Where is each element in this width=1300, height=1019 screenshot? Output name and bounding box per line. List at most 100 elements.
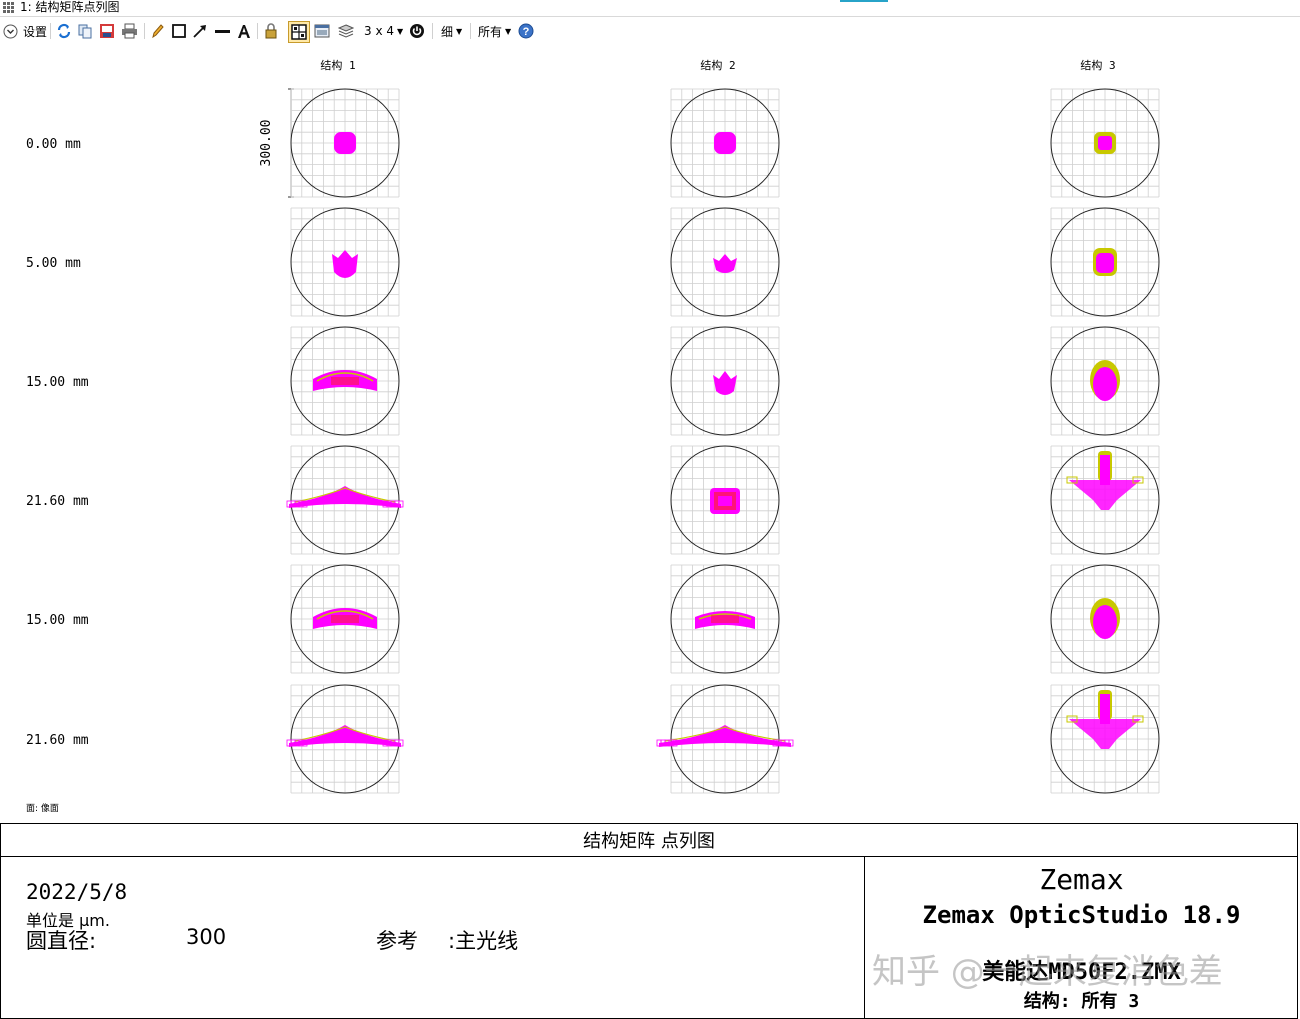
matrix-view-button[interactable] [288,21,310,43]
footer-product: Zemax OpticStudio 18.9 [922,901,1241,929]
footer-circle-value: 300 [186,925,227,949]
column-header-1: 结构 1 [320,58,355,72]
pencil-icon [152,24,164,39]
window-titlebar: 1: 结构矩阵点列图 [0,0,1300,17]
spot-cell [290,326,400,436]
title-accent [840,0,888,2]
row-label-4: 21.60 mm [26,494,89,509]
spot-pattern [1066,690,1144,749]
spot-cell [1050,445,1160,555]
rectangle-tool[interactable] [171,22,187,40]
line-tool[interactable] [214,22,230,40]
arrow-icon [193,25,206,38]
spot-diagram-matrix: 结构 1 结构 2 结构 3 0.00 mm 5.00 mm 15.00 mm … [26,58,1160,814]
spot-cell [1050,684,1160,794]
line-width-dropdown[interactable]: 细 ▼ [441,22,462,40]
grid-icon [3,2,14,13]
window-button[interactable] [314,22,330,40]
row-label-6: 21.60 mm [26,733,89,748]
spot-cell [670,88,780,198]
spot-cell [1050,326,1160,436]
spot-cell [670,445,780,555]
print-button[interactable] [121,22,138,40]
text-tool[interactable] [236,22,252,40]
spot-cell [670,326,780,436]
footer-circle-label: 圆直径: [26,929,97,953]
save-image-icon [100,24,114,38]
layers-button[interactable] [338,22,354,40]
footer-left-panel: 2022/5/8 单位是 µm. 圆直径: 300 参考 :主光线 [1,857,863,1018]
column-header-2: 结构 2 [700,58,735,72]
spot-cell [670,207,780,317]
row-label-3: 15.00 mm [26,375,89,390]
lock-button[interactable] [264,22,278,40]
spot-pattern [1066,451,1144,510]
spot-pattern [713,254,737,273]
line-icon [215,30,230,33]
surface-label: 面: 像面 [26,802,59,814]
copy-button[interactable] [77,22,93,40]
footer-date: 2022/5/8 [26,880,128,904]
copy-icon [78,24,92,39]
lock-icon [265,23,277,39]
toolbar: 设置 3 x 4 ▼ 细 ▼ 所有 ▼ ? [0,17,1300,45]
layout-label: 3 x 4 [364,24,394,38]
refresh-icon [57,23,71,39]
caret-down-icon: ▼ [505,26,512,36]
caret-down-icon: ▼ [456,26,463,36]
spot-pattern [713,371,737,395]
spot-pattern [1093,248,1117,276]
footer-right-panel: Zemax Zemax OpticStudio 18.9 美能达MD50F2.Z… [864,857,1298,1018]
layers-icon [338,24,354,38]
power-icon [410,24,424,38]
save-button[interactable] [99,22,115,40]
spot-cell [290,207,400,317]
layout-dropdown[interactable]: 3 x 4 ▼ [364,22,403,40]
spot-diagram-area: 结构 1 结构 2 结构 3 0.00 mm 5.00 mm 15.00 mm … [0,46,1300,821]
pencil-tool[interactable] [150,22,164,40]
scale-bar-label: 300.00 [259,120,274,167]
row-label-5: 15.00 mm [26,613,89,628]
window-title: 1: 结构矩阵点列图 [20,0,120,14]
spot-cell [1050,207,1160,317]
spot-pattern [710,488,740,514]
footer-reference-label: 参考 [376,929,418,953]
help-button[interactable]: ? [518,22,534,40]
window-icon [314,24,330,38]
spot-cell [290,88,400,198]
spot-pattern [714,132,736,154]
footer-brand: Zemax [1039,863,1124,896]
row-label-2: 5.00 mm [26,256,81,271]
spot-cell [286,445,404,555]
spot-cell [656,684,794,794]
chevron-down-icon [3,24,18,38]
spot-pattern [334,132,356,154]
spot-pattern [1094,132,1116,154]
refresh-button[interactable] [56,22,72,40]
spot-cell [286,684,404,794]
caret-down-icon: ▼ [397,26,404,36]
footer-title: 结构矩阵 点列图 [1,824,1297,857]
spot-cell [290,564,400,674]
line-width-label: 细 [441,24,454,39]
config-label: 所有 [478,24,503,39]
text-icon [238,25,250,38]
matrix-icon [291,24,307,40]
spot-cell [670,564,780,674]
row-label-1: 0.00 mm [26,137,81,152]
footer-reference-value: :主光线 [448,929,519,953]
settings-label: 设置 [23,24,48,39]
rectangle-icon [172,24,186,38]
spot-pattern [332,250,358,278]
settings-button[interactable]: 设置 [3,22,47,40]
power-button[interactable] [409,22,425,40]
column-header-3: 结构 3 [1080,58,1115,72]
arrow-tool[interactable] [192,22,208,40]
help-icon: ? [518,23,534,39]
watermark: 知乎 @一起来复消色差 [872,952,1223,992]
spot-cell [1050,564,1160,674]
spot-cell [1050,88,1160,198]
svg-text:?: ? [523,26,530,38]
print-icon [122,23,137,39]
config-dropdown[interactable]: 所有 ▼ [478,22,511,40]
